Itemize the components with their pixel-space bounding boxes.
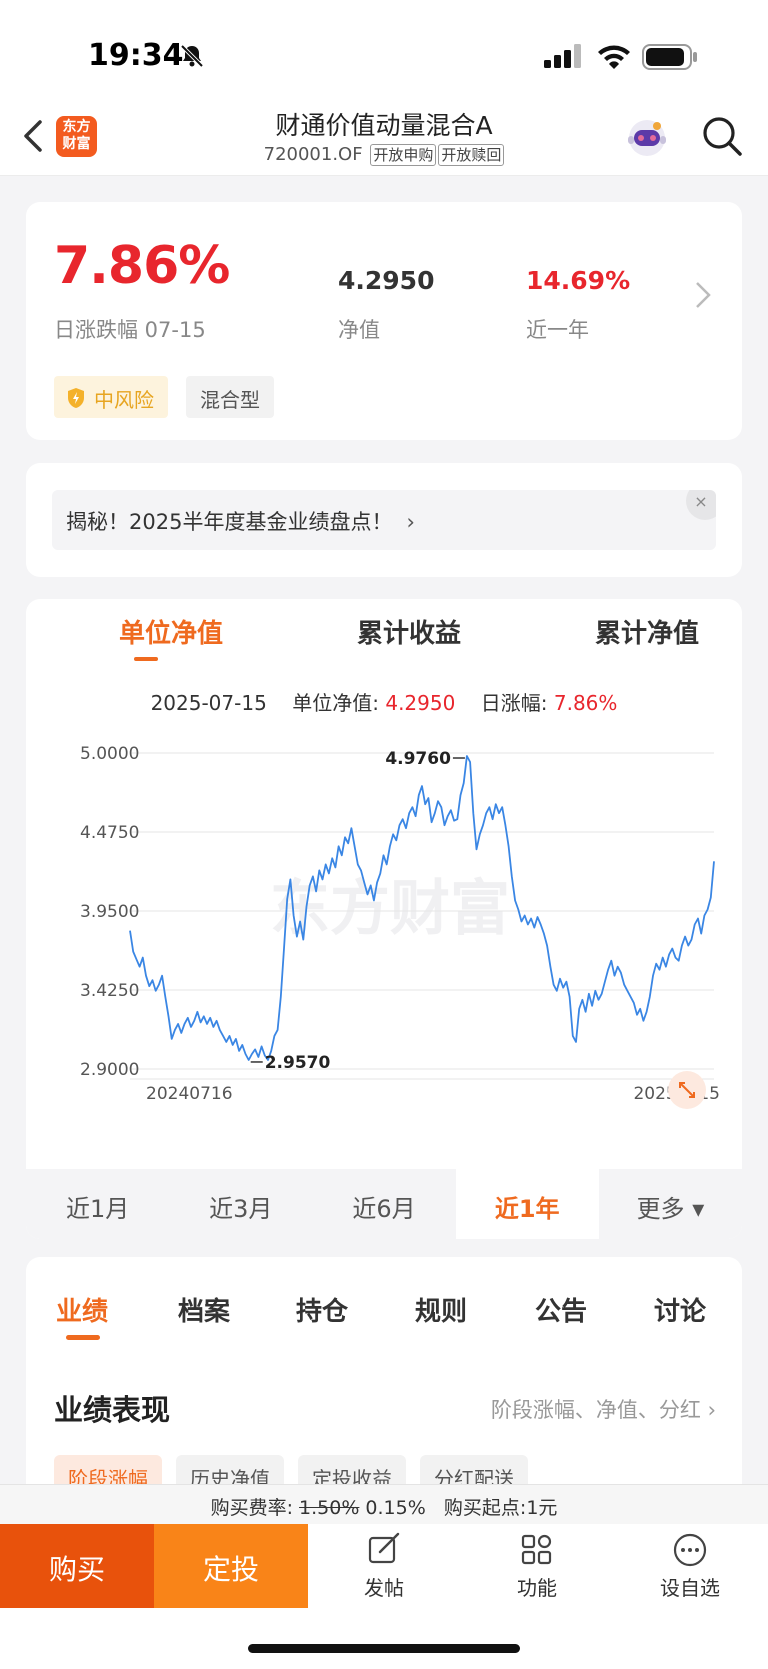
search-icon[interactable] [700,114,744,158]
battery-icon [642,44,697,70]
status-time: 19:34 [88,38,184,73]
chart-info-line: 2025-07-15 单位净值: 4.2950 日涨幅: 7.86% [26,687,742,716]
section-title: 业绩表现 [54,1393,171,1427]
home-indicator [248,1644,520,1653]
tab-rules[interactable]: 规则 [415,1291,467,1328]
min-label: 2.9570 [265,1053,331,1073]
chevron-right-icon: › [406,510,415,534]
wifi-icon [598,45,630,69]
y-tick-label: 2.9000 [80,1060,139,1080]
bell-muted-icon [180,44,204,68]
chart-info-change-value: 7.86% [553,691,618,715]
grid-icon [521,1534,552,1565]
fee-bar: 购买费率: 1.50% 0.15% 购买起点:1元 [0,1484,768,1524]
fund-code: 720001.OF [263,144,363,165]
close-icon[interactable]: × [686,490,716,520]
function-label: 功能 [517,1576,557,1600]
risk-level-text: 中风险 [94,388,154,412]
active-tab-indicator [134,657,158,661]
add-watchlist-button[interactable]: 设自选 [640,1532,740,1601]
bottom-action-bar: 购买 定投 发帖 功能 设自选 [0,1524,768,1669]
tab-cumulative-return[interactable]: 累计收益 [290,613,528,650]
period-1m[interactable]: 近1月 [26,1169,169,1239]
expand-chart-button[interactable] [668,1071,706,1109]
edit-icon [368,1532,400,1564]
eastmoney-logo[interactable]: 东方财富 [56,116,97,157]
tab-announcements[interactable]: 公告 [535,1291,587,1328]
y-tick-label: 3.4250 [80,981,139,1001]
nav-header: 东方财富 财通价值动量混合A 720001.OF 开放申购 开放赎回 [0,100,768,176]
fund-title: 财通价值动量混合A [275,111,493,140]
auto-invest-button[interactable]: 定投 [154,1524,308,1608]
tab-discussion[interactable]: 讨论 [654,1291,706,1328]
year-return-value: 14.69% [526,266,631,295]
shield-icon [68,388,84,408]
nav-label: 净值 [338,318,380,342]
nav-line-chart[interactable]: 东方财富5.00004.47503.95003.42502.9000202407… [26,729,742,1139]
chart-info-nav-value: 4.2950 [385,691,456,715]
chart-info-date: 2025-07-15 [150,691,267,715]
more-dots-icon [673,1533,707,1567]
back-arrow-icon[interactable] [22,118,46,154]
promo-card: 揭秘！2025半年度基金业绩盘点！ › × [26,463,742,577]
y-tick-label: 5.0000 [80,744,139,764]
cellular-signal-icon [544,44,581,68]
period-more-dropdown[interactable]: 更多 ▾ [599,1169,742,1239]
expand-icon [679,1082,695,1098]
y-tick-label: 3.9500 [80,902,139,922]
year-return-label: 近一年 [526,318,589,342]
nav-value: 4.2950 [338,266,435,295]
section-link[interactable]: 阶段涨幅、净值、分红 › [491,1394,716,1424]
tab-cumulative-nav[interactable]: 累计净值 [528,613,742,650]
chart-info-change-label: 日涨幅: [480,691,554,715]
max-label: 4.9760 [385,749,451,769]
fee-discounted: 0.15% [359,1497,426,1519]
period-selector: 近1月 近3月 近6月 近1年 更多 ▾ [26,1169,742,1239]
fee-label: 购买费率: [210,1497,300,1519]
daily-change-value: 7.86% [54,236,230,296]
fund-code-row: 720001.OF 开放申购 开放赎回 [200,144,568,166]
post-label: 发帖 [364,1576,404,1600]
promo-banner[interactable]: 揭秘！2025半年度基金业绩盘点！ › × [52,490,716,550]
fund-summary-card[interactable]: 7.86% 日涨跌幅 07-15 4.2950 净值 14.69% 近一年 中风… [26,202,742,440]
redeem-status-tag: 开放赎回 [438,144,505,166]
ai-robot-icon[interactable] [624,114,670,160]
tab-holdings[interactable]: 持仓 [296,1291,348,1328]
nav-chart-card: 单位净值 累计收益 累计净值 2025-07-15 单位净值: 4.2950 日… [26,599,742,1239]
min-purchase: 购买起点:1元 [425,1497,558,1519]
chart-info-nav-label: 单位净值: [292,691,386,715]
tab-performance[interactable]: 业绩 [56,1291,108,1328]
post-button[interactable]: 发帖 [334,1532,434,1601]
fund-type-tag: 混合型 [186,376,274,418]
tab-profile[interactable]: 档案 [178,1291,230,1328]
period-6m[interactable]: 近6月 [312,1169,455,1239]
performance-card: 业绩 档案 持仓 规则 公告 讨论 业绩表现 阶段涨幅、净值、分红 › 阶段涨幅… [26,1257,742,1507]
watchlist-label: 设自选 [660,1576,720,1600]
x-tick-label-start: 20240716 [146,1084,233,1104]
y-tick-label: 4.4750 [80,823,139,843]
period-3m[interactable]: 近3月 [169,1169,312,1239]
function-button[interactable]: 功能 [487,1532,587,1601]
period-1y[interactable]: 近1年 [455,1169,599,1239]
active-tab-indicator [66,1335,100,1340]
tab-unit-nav[interactable]: 单位净值 [52,613,290,650]
risk-level-tag: 中风险 [54,376,168,418]
daily-change-label: 日涨跌幅 07-15 [54,318,206,342]
buy-button[interactable]: 购买 [0,1524,154,1608]
chevron-right-icon[interactable] [694,280,712,310]
promo-text: 揭秘！2025半年度基金业绩盘点！ [66,510,393,534]
fee-original: 1.50% [299,1497,360,1519]
subscribe-status-tag: 开放申购 [370,144,437,166]
status-bar: 19:34 [0,0,768,100]
logo-text: 东方财富 [62,119,91,152]
